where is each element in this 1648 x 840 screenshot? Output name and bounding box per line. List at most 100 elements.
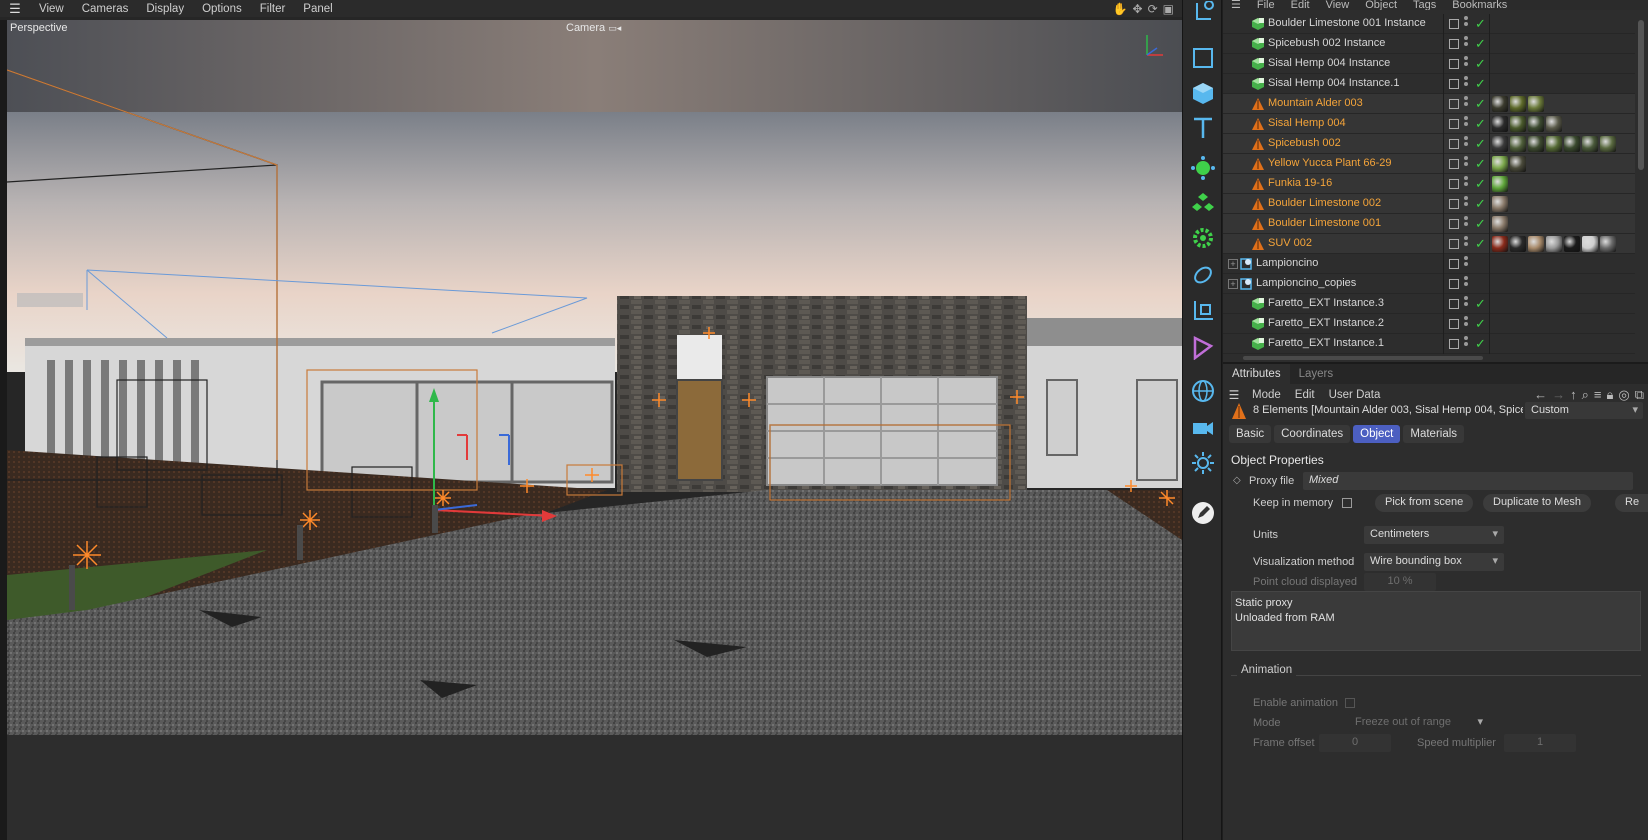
rotate-icon[interactable]: ⟳ <box>1148 2 1158 16</box>
visibility-dots-icon[interactable] <box>1464 136 1468 152</box>
object-name[interactable]: Faretto_EXT Instance.2 <box>1268 317 1384 329</box>
viewport-menu-panel[interactable]: Panel <box>294 3 341 15</box>
object-row[interactable]: Sisal Hemp 004 Instance ✓ <box>1223 54 1635 74</box>
om-menu-icon[interactable]: ☰ <box>1223 0 1249 10</box>
subtab-materials[interactable]: Materials <box>1403 425 1465 443</box>
filter-icon[interactable]: ≡ <box>1594 387 1602 403</box>
om-menu-object[interactable]: Object <box>1357 0 1405 10</box>
material-tag-icon[interactable] <box>1492 236 1508 252</box>
material-tag-icon[interactable] <box>1492 196 1508 212</box>
subtab-object[interactable]: Object <box>1353 425 1401 443</box>
visibility-dots-icon[interactable] <box>1464 76 1468 92</box>
visibility-dots-icon[interactable] <box>1464 36 1468 52</box>
material-tag-icon[interactable] <box>1492 156 1508 172</box>
material-tag-icon[interactable] <box>1510 136 1526 152</box>
material-tag-icon[interactable] <box>1528 136 1544 152</box>
material-tag-icon[interactable] <box>1492 116 1508 132</box>
scene-object-icon[interactable] <box>1190 298 1216 324</box>
visibility-dots-icon[interactable] <box>1464 176 1468 192</box>
layer-edit-icon[interactable] <box>1449 259 1459 269</box>
mode-dropdown[interactable]: Custom <box>1525 402 1643 419</box>
material-tag-icon[interactable] <box>1528 96 1544 112</box>
object-row[interactable]: Faretto_EXT Instance.2 ✓ <box>1223 314 1635 334</box>
deformer-gear-icon[interactable] <box>1190 225 1216 251</box>
om-menu-edit[interactable]: Edit <box>1283 0 1318 10</box>
tab-attributes[interactable]: Attributes <box>1223 364 1290 384</box>
om-menu-bookmarks[interactable]: Bookmarks <box>1444 0 1515 10</box>
keep-in-memory-checkbox[interactable] <box>1342 498 1352 508</box>
material-tag-icon[interactable] <box>1492 176 1508 192</box>
layer-edit-icon[interactable] <box>1449 239 1459 249</box>
layer-edit-icon[interactable] <box>1449 19 1459 29</box>
expand-toggle-icon[interactable]: + <box>1228 259 1238 269</box>
enabled-check-icon[interactable]: ✓ <box>1475 236 1486 252</box>
object-name[interactable]: Spicebush 002 <box>1268 137 1341 149</box>
visibility-dots-icon[interactable] <box>1464 16 1468 32</box>
material-tag-icon[interactable] <box>1564 136 1580 152</box>
object-row[interactable]: Spicebush 002 Instance ✓ <box>1223 34 1635 54</box>
expand-toggle-icon[interactable]: + <box>1228 279 1238 289</box>
maximize-view-icon[interactable]: ▣ <box>1163 2 1174 16</box>
layer-edit-icon[interactable] <box>1449 299 1459 309</box>
subtab-coordinates[interactable]: Coordinates <box>1274 425 1351 443</box>
forward-arrow-icon[interactable]: → <box>1552 387 1565 403</box>
visibility-dots-icon[interactable] <box>1464 256 1468 272</box>
generator-icon[interactable] <box>1190 155 1216 181</box>
enabled-check-icon[interactable]: ✓ <box>1475 36 1486 52</box>
object-name[interactable]: Funkia 19-16 <box>1268 177 1332 189</box>
visibility-dots-icon[interactable] <box>1464 316 1468 332</box>
text-spline-icon[interactable] <box>1190 115 1216 141</box>
layer-edit-icon[interactable] <box>1449 219 1459 229</box>
enabled-check-icon[interactable]: ✓ <box>1475 176 1486 192</box>
visibility-dots-icon[interactable] <box>1464 116 1468 132</box>
object-row[interactable]: + Lampioncino <box>1223 254 1635 274</box>
object-row[interactable]: Faretto_EXT Instance.3 ✓ <box>1223 294 1635 314</box>
material-tag-icon[interactable] <box>1564 236 1580 252</box>
layer-edit-icon[interactable] <box>1449 39 1459 49</box>
object-name[interactable]: Sisal Hemp 004 <box>1268 117 1346 129</box>
om-menu-view[interactable]: View <box>1318 0 1358 10</box>
visibility-dots-icon[interactable] <box>1464 236 1468 252</box>
layer-edit-icon[interactable] <box>1449 79 1459 89</box>
object-name[interactable]: Sisal Hemp 004 Instance <box>1268 57 1390 69</box>
material-tag-icon[interactable] <box>1582 136 1598 152</box>
enabled-check-icon[interactable]: ✓ <box>1475 156 1486 172</box>
object-name[interactable]: Yellow Yucca Plant 66-29 <box>1268 157 1392 169</box>
object-name[interactable]: Boulder Limestone 001 <box>1268 217 1381 229</box>
visibility-dots-icon[interactable] <box>1464 56 1468 72</box>
character-bone-icon[interactable] <box>1190 335 1216 361</box>
enabled-check-icon[interactable]: ✓ <box>1475 316 1486 332</box>
light-object-icon[interactable] <box>1190 450 1216 476</box>
keyframe-diamond-icon[interactable]: ◇ <box>1233 475 1241 486</box>
back-arrow-icon[interactable]: ← <box>1534 387 1547 403</box>
enabled-check-icon[interactable]: ✓ <box>1475 296 1486 312</box>
enabled-check-icon[interactable]: ✓ <box>1475 116 1486 132</box>
object-row[interactable]: Sisal Hemp 004 Instance.1 ✓ <box>1223 74 1635 94</box>
object-row[interactable]: Mountain Alder 003 ✓ <box>1223 94 1635 114</box>
projection-label[interactable]: Perspective <box>10 22 67 34</box>
enabled-check-icon[interactable]: ✓ <box>1475 76 1486 92</box>
enabled-check-icon[interactable]: ✓ <box>1475 136 1486 152</box>
enabled-check-icon[interactable]: ✓ <box>1475 56 1486 72</box>
enabled-check-icon[interactable]: ✓ <box>1475 336 1486 352</box>
layer-edit-icon[interactable] <box>1449 179 1459 189</box>
enabled-check-icon[interactable]: ✓ <box>1475 16 1486 32</box>
visibility-dots-icon[interactable] <box>1464 216 1468 232</box>
enable-animation-checkbox[interactable] <box>1345 698 1355 708</box>
proxy-file-field[interactable]: Mixed <box>1303 472 1633 490</box>
object-row[interactable]: Funkia 19-16 ✓ <box>1223 174 1635 194</box>
enabled-check-icon[interactable]: ✓ <box>1475 96 1486 112</box>
re-button[interactable]: Re <box>1615 494 1648 512</box>
enabled-check-icon[interactable]: ✓ <box>1475 216 1486 232</box>
object-row[interactable]: Yellow Yucca Plant 66-29 ✓ <box>1223 154 1635 174</box>
edit-pencil-icon[interactable] <box>1190 500 1216 526</box>
object-row[interactable]: + Lampioncino_copies <box>1223 274 1635 294</box>
layer-edit-icon[interactable] <box>1449 159 1459 169</box>
layer-edit-icon[interactable] <box>1449 99 1459 109</box>
camera-object-icon[interactable] <box>1190 415 1216 441</box>
object-name[interactable]: Faretto_EXT Instance.1 <box>1268 337 1384 349</box>
object-row[interactable]: Faretto_EXT Instance.1 ✓ <box>1223 334 1635 354</box>
viewport-menu-display[interactable]: Display <box>137 3 193 15</box>
tab-layers[interactable]: Layers <box>1290 364 1343 384</box>
visibility-dots-icon[interactable] <box>1464 196 1468 212</box>
